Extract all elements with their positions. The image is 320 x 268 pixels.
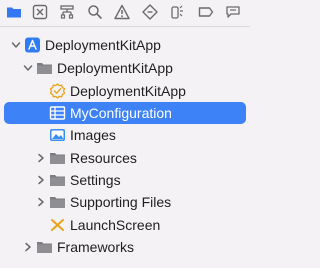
tree-row-supporting-files[interactable]: Supporting Files [4, 191, 246, 213]
chevron-right-icon[interactable] [35, 152, 47, 164]
find-navigator-icon[interactable] [86, 3, 104, 21]
tree-label: DeploymentKitApp [57, 60, 173, 76]
tree-row-frameworks[interactable]: Frameworks [4, 236, 246, 258]
symbol-navigator-icon[interactable] [58, 3, 76, 21]
folder-icon [49, 194, 66, 210]
tree-row-resources[interactable]: Resources [4, 147, 246, 169]
tree-label: Settings [70, 172, 121, 188]
chevron-right-icon[interactable] [22, 241, 34, 253]
asset-catalog-icon [49, 127, 66, 143]
tree-label: Images [70, 127, 116, 143]
tree-label: DeploymentKitApp [45, 37, 161, 53]
issue-navigator-icon[interactable] [113, 3, 131, 21]
folder-icon [36, 239, 53, 255]
tree-label: Frameworks [57, 239, 135, 255]
tree-row-app-file[interactable]: DeploymentKitApp [4, 80, 246, 102]
toolbar-divider [0, 26, 250, 27]
project-navigator-icon[interactable] [5, 3, 23, 21]
breakpoint-navigator-icon[interactable] [197, 3, 215, 21]
tree-row-group[interactable]: DeploymentKitApp [4, 57, 246, 79]
folder-icon [49, 172, 66, 188]
tree-row-config[interactable]: MyConfiguration [4, 102, 246, 124]
swift-app-badge-icon [49, 83, 66, 99]
report-navigator-icon[interactable] [224, 3, 242, 21]
chevron-down-icon[interactable] [22, 62, 34, 74]
tree-row-launch-screen[interactable]: LaunchScreen [4, 214, 246, 236]
tree-row-settings[interactable]: Settings [4, 169, 246, 191]
test-navigator-icon[interactable] [141, 3, 159, 21]
tree-label: Resources [70, 150, 137, 166]
folder-icon [36, 60, 53, 76]
source-control-icon[interactable] [31, 3, 49, 21]
navigator-toolbar [0, 0, 250, 24]
xcode-project-icon [24, 37, 41, 53]
tree-label: MyConfiguration [70, 105, 172, 121]
table-icon [49, 105, 66, 121]
tree-label: Supporting Files [70, 194, 172, 210]
chevron-right-icon[interactable] [35, 174, 47, 186]
chevron-down-icon[interactable] [10, 39, 22, 51]
tree-row-project[interactable]: DeploymentKitApp [4, 34, 246, 56]
interface-builder-icon [49, 217, 66, 233]
tree-label: LaunchScreen [70, 217, 161, 233]
debug-navigator-icon[interactable] [168, 3, 186, 21]
folder-icon [49, 150, 66, 166]
tree-label: DeploymentKitApp [70, 83, 186, 99]
tree-row-images[interactable]: Images [4, 124, 246, 146]
chevron-right-icon[interactable] [35, 196, 47, 208]
